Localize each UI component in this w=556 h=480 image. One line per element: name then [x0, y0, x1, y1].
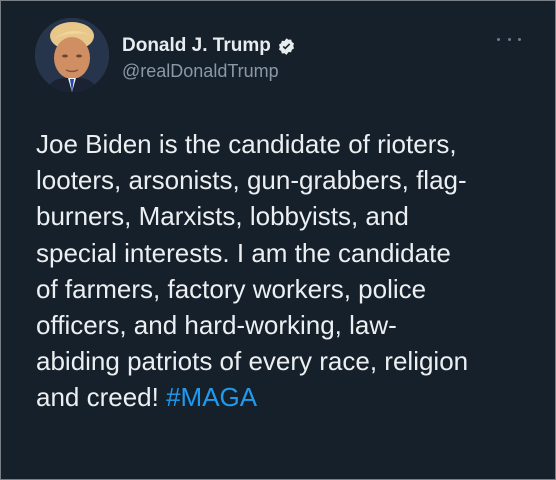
tweet-text-line: burners, Marxists, lobbyists, and [36, 201, 409, 232]
dot [518, 37, 521, 41]
tweet-text-line: looters, arsonists, gun-grabbers, flag- [36, 165, 467, 196]
author-name[interactable]: Donald J. Trump [122, 35, 271, 57]
verified-badge-icon [278, 37, 294, 55]
tweet-text-line: special interests. I am the candidate [36, 237, 451, 268]
tweet-text-line: of farmers, factory workers, police [36, 273, 427, 304]
dot [507, 37, 511, 41]
tweet-card: Donald J. Trump @realDonaldTrump Joe Bid… [0, 0, 556, 480]
avatar[interactable] [35, 18, 109, 92]
tweet-text-last-line: and creed! #MAGA [36, 379, 526, 415]
tweet-text: Joe Biden is the candidate of rioters, l… [36, 126, 526, 416]
hashtag-link[interactable]: #MAGA [166, 382, 257, 412]
dot [497, 37, 500, 41]
tweet-text-line: abiding patriots of every race, religion [36, 346, 469, 377]
author-handle[interactable]: @realDonaldTrump [122, 61, 279, 82]
tweet-text-line: and creed! [36, 382, 167, 413]
author-name-row: Donald J. Trump [122, 34, 296, 58]
tweet-text-line: officers, and hard-working, law- [36, 310, 397, 341]
tweet-text-line: Joe Biden is the candidate of rioters, [36, 129, 457, 159]
profile-photo [35, 18, 109, 92]
more-options-icon[interactable] [497, 29, 521, 49]
